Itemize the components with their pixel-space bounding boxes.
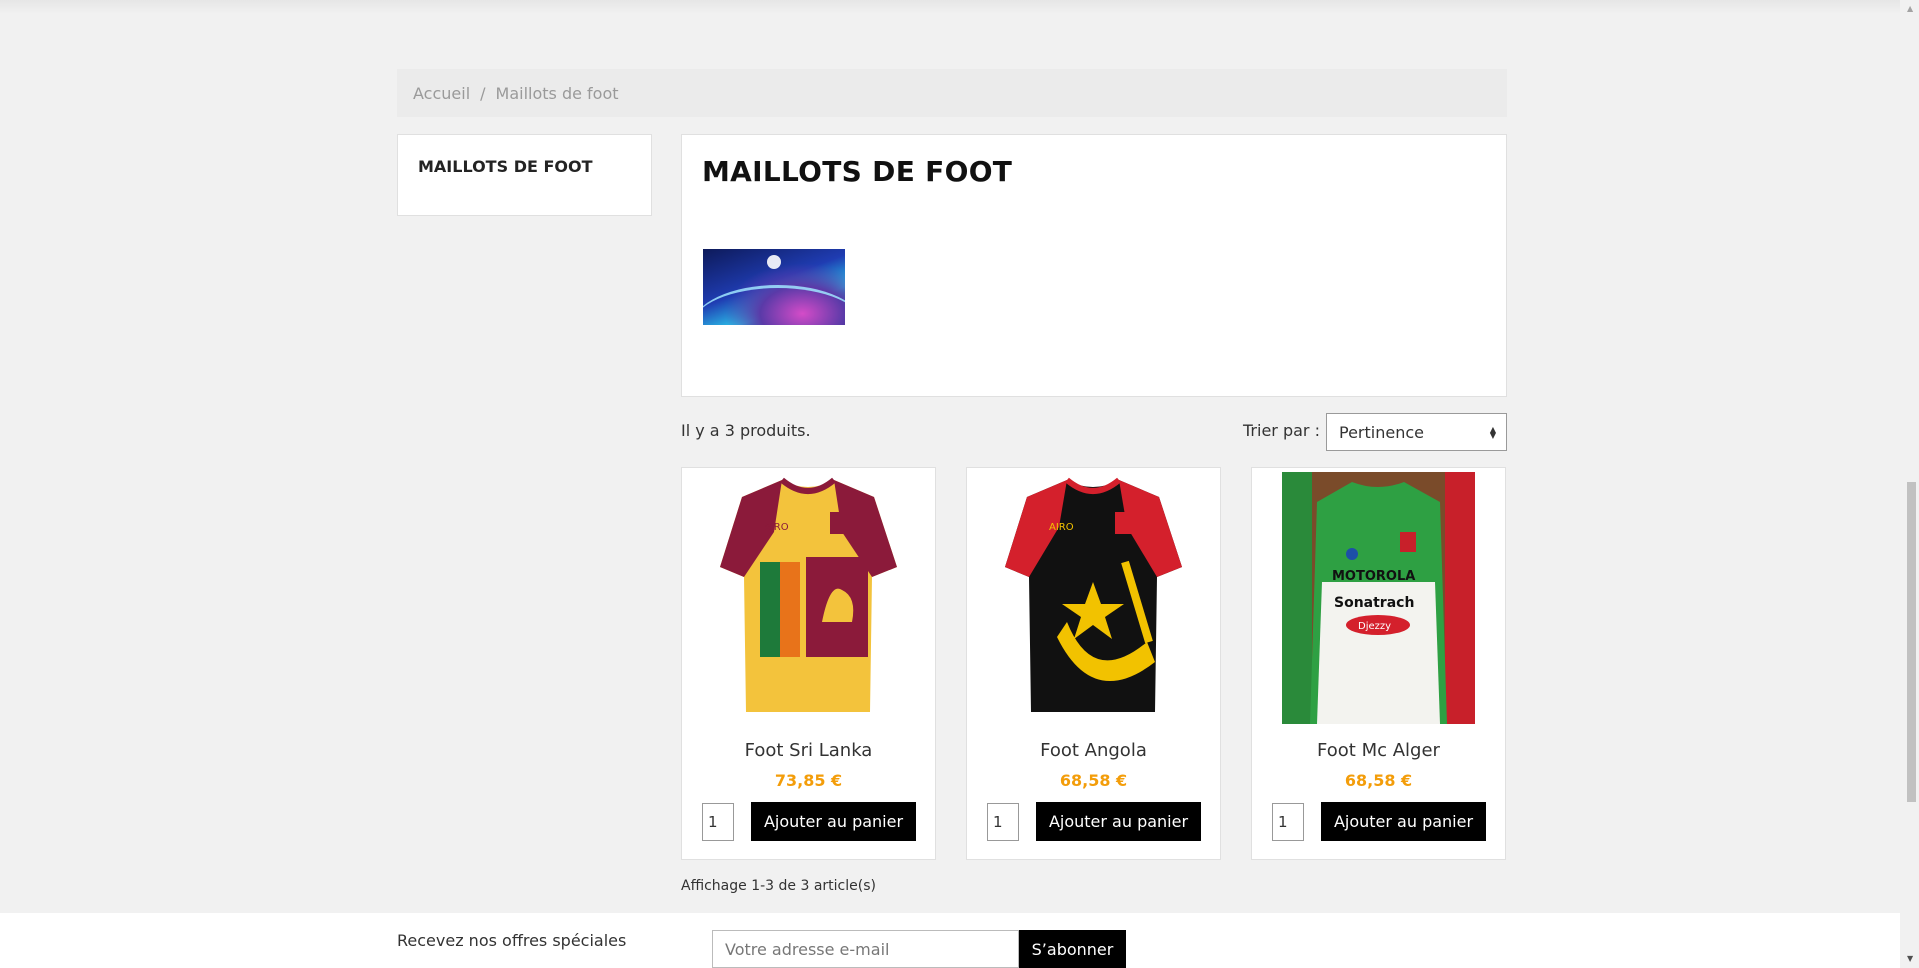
- sort-selected-value: Pertinence: [1339, 422, 1424, 442]
- product-price: 73,85 €: [774, 771, 843, 790]
- breadcrumb: Accueil / Maillots de foot: [397, 69, 1507, 117]
- sri-lanka-jersey-icon: AIRO: [720, 477, 897, 712]
- starball-icon: [767, 255, 781, 269]
- newsletter-bar: Recevez nos offres spéciales Votre adres…: [0, 913, 1900, 968]
- breadcrumb-current[interactable]: Maillots de foot: [496, 84, 619, 103]
- email-input[interactable]: Votre adresse e-mail: [712, 930, 1019, 968]
- pagination-summary: Affichage 1-3 de 3 article(s): [681, 878, 876, 894]
- svg-text:AIRO: AIRO: [764, 522, 789, 533]
- svg-text:MOTOROLA: MOTOROLA: [1332, 569, 1415, 584]
- subscribe-button[interactable]: S’abonner: [1019, 930, 1126, 968]
- product-image[interactable]: MOTOROLA Sonatrach Djezzy: [1282, 472, 1475, 724]
- angola-jersey-icon: AIRO: [1005, 477, 1182, 712]
- product-name-link[interactable]: Foot Angola: [967, 740, 1220, 761]
- scroll-up-icon[interactable]: ▲: [1907, 4, 1913, 13]
- sort-select[interactable]: Pertinence ▲ ▼: [1326, 413, 1507, 451]
- page-title: MAILLOTS DE FOOT: [702, 155, 1013, 188]
- category-banner-image: [703, 249, 845, 325]
- product-card: AIRO Foot Angola 68,58 € 1 Ajouter au pa…: [966, 467, 1221, 860]
- add-to-cart-button[interactable]: Ajouter au panier: [1036, 802, 1201, 841]
- product-image[interactable]: AIRO: [712, 472, 905, 724]
- scrollbar[interactable]: ▲ ▼: [1903, 0, 1919, 968]
- add-to-cart-button[interactable]: Ajouter au panier: [751, 802, 916, 841]
- breadcrumb-separator: /: [480, 83, 486, 103]
- product-price: 68,58 €: [1344, 771, 1413, 790]
- scrollbar-thumb[interactable]: [1907, 482, 1916, 802]
- mc-alger-jersey-icon: MOTOROLA Sonatrach Djezzy: [1282, 472, 1475, 724]
- sort-label: Trier par :: [1243, 421, 1320, 440]
- quantity-input[interactable]: 1: [1272, 803, 1304, 841]
- svg-text:Djezzy: Djezzy: [1358, 621, 1391, 632]
- newsletter-label: Recevez nos offres spéciales: [397, 931, 627, 950]
- product-name-link[interactable]: Foot Sri Lanka: [682, 740, 935, 761]
- product-name-link[interactable]: Foot Mc Alger: [1252, 740, 1505, 761]
- product-image[interactable]: AIRO: [997, 472, 1190, 724]
- quantity-input[interactable]: 1: [702, 803, 734, 841]
- sidebar-category-link[interactable]: MAILLOTS DE FOOT: [418, 157, 631, 176]
- product-card: AIRO Foot Sri Lanka 73,85 € 1 Ajouter au…: [681, 467, 936, 860]
- svg-text:Sonatrach: Sonatrach: [1334, 595, 1414, 611]
- scroll-down-icon[interactable]: ▼: [1907, 954, 1913, 963]
- svg-text:AIRO: AIRO: [1049, 522, 1074, 533]
- add-to-cart-button[interactable]: Ajouter au panier: [1321, 802, 1486, 841]
- sidebar-category-block: MAILLOTS DE FOOT: [397, 134, 652, 216]
- select-arrows-icon: ▲ ▼: [1489, 425, 1496, 440]
- header-shadow: [0, 0, 1900, 14]
- breadcrumb-home-link[interactable]: Accueil: [413, 84, 470, 103]
- product-count: Il y a 3 produits.: [681, 421, 811, 440]
- stadium-arc-graphic: [703, 285, 845, 325]
- quantity-input[interactable]: 1: [987, 803, 1019, 841]
- category-header: MAILLOTS DE FOOT: [681, 134, 1507, 397]
- product-price: 68,58 €: [1059, 771, 1128, 790]
- product-card: MOTOROLA Sonatrach Djezzy Foot Mc Alger …: [1251, 467, 1506, 860]
